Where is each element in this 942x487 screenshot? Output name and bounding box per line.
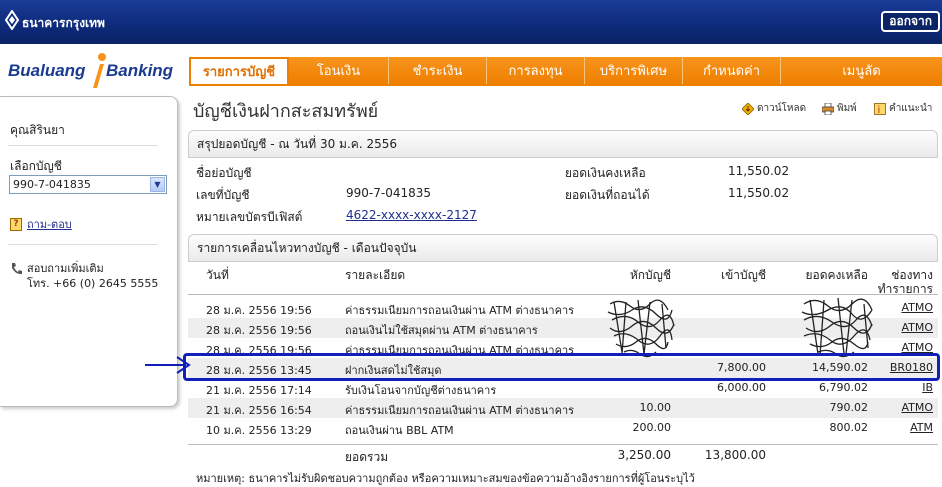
short-name-label: ชื่อย่อบัญชี bbox=[196, 166, 252, 180]
row-date: 28 ม.ค. 2556 19:56 bbox=[206, 304, 312, 317]
row-channel-link[interactable]: ATMO bbox=[901, 401, 933, 414]
col-description: รายละเอียด bbox=[345, 268, 406, 282]
faq-link[interactable]: ถาม-ตอบ bbox=[27, 215, 72, 233]
question-icon: ? bbox=[10, 217, 22, 231]
row-description: ค่าธรรมเนียมการถอนเงินผ่าน ATM ต่างธนาคา… bbox=[345, 404, 575, 417]
total-credit: 13,800.00 bbox=[704, 448, 766, 462]
table-row: 21 ม.ค. 2556 16:54 ค่าธรรมเนียมการถอนเงิ… bbox=[188, 398, 938, 418]
balance-label: ยอดเงินคงเหลือ bbox=[565, 166, 646, 180]
row-description: ถอนเงินผ่าน BBL ATM bbox=[345, 424, 454, 437]
available-label: ยอดเงินที่ถอนได้ bbox=[565, 188, 650, 202]
tab-payment[interactable]: ชำระเงิน bbox=[389, 57, 487, 84]
row-channel-link[interactable]: IB bbox=[922, 381, 933, 394]
tab-settings[interactable]: กำหนดค่า bbox=[683, 57, 781, 84]
transactions-header: รายการเคลื่อนไหวทางบัญชี - เดือนปัจจุบัน bbox=[188, 234, 938, 262]
chevron-down-icon[interactable]: ▼ bbox=[150, 177, 165, 192]
i-logo-icon bbox=[93, 53, 106, 88]
row-credit: 6,000.00 bbox=[717, 381, 766, 394]
brand-left-text: Bualuang bbox=[8, 61, 86, 80]
row-debit: 10.00 bbox=[639, 401, 672, 414]
bank-lotus-logo-icon bbox=[4, 10, 20, 30]
row-balance: 790.02 bbox=[829, 401, 869, 414]
disclaimer-note: หมายเหตุ: ธนาคารไม่รับผิดชอบความถูกต้อง … bbox=[196, 472, 695, 485]
bualuang-ibanking-logo: Bualuang Banking bbox=[6, 52, 181, 92]
print-label: พิมพ์ bbox=[837, 103, 857, 114]
total-label: ยอดรวม bbox=[345, 450, 389, 464]
annotation-arrow-icon bbox=[145, 356, 191, 374]
account-number-label: เลขที่บัญชี bbox=[196, 188, 250, 202]
row-balance: 6,790.02 bbox=[819, 381, 868, 394]
divider bbox=[8, 244, 158, 245]
tab-shortcuts[interactable]: เมนูลัด bbox=[781, 57, 942, 84]
table-row: 21 ม.ค. 2556 17:14 รับเงินโอนจากบัญชีต่า… bbox=[188, 378, 938, 398]
row-debit: 200.00 bbox=[632, 421, 672, 434]
top-bar: ธนาคารกรุงเทพ ออกจาก bbox=[0, 0, 942, 44]
contact-phone: โทร. +66 (0) 2645 5555 bbox=[27, 277, 159, 290]
col-balance: ยอดคงเหลือ bbox=[805, 268, 869, 282]
totals-row: ยอดรวม 3,250.00 13,800.00 bbox=[188, 444, 938, 466]
download-label: ดาวน์โหลด bbox=[757, 103, 807, 114]
brand-right-text: Banking bbox=[106, 61, 174, 80]
contact-line-1: สอบถามเพิ่มเติม bbox=[27, 262, 104, 275]
help-icon: i bbox=[874, 102, 886, 115]
row-balance: 800.02 bbox=[829, 421, 869, 434]
tab-transfer[interactable]: โอนเงิน bbox=[289, 57, 389, 84]
account-select[interactable]: 990-7-041835 ▼ bbox=[9, 175, 167, 194]
col-date: วันที่ bbox=[206, 268, 229, 282]
redaction-scribble-debit bbox=[607, 299, 675, 358]
tab-investment[interactable]: การลงทุน bbox=[487, 57, 585, 84]
tab-accounts[interactable]: รายการบัญชี bbox=[189, 57, 289, 84]
row-date: 21 ม.ค. 2556 16:54 bbox=[206, 404, 312, 417]
summary-header: สรุปยอดบัญชี - ณ วันที่ 30 ม.ค. 2556 bbox=[188, 130, 938, 158]
col-credit: เข้าบัญชี bbox=[720, 268, 766, 282]
transactions-table-header: วันที่ รายละเอียด หักบัญชี เข้าบัญชี ยอด… bbox=[188, 263, 938, 296]
logout-button[interactable]: ออกจาก bbox=[881, 11, 940, 32]
download-button[interactable]: ดาวน์โหลด bbox=[742, 101, 806, 116]
help-label: คำแนะนำ bbox=[889, 103, 933, 114]
printer-icon bbox=[822, 102, 834, 115]
page-title: บัญชีเงินฝากสะสมทรัพย์ bbox=[193, 101, 379, 122]
card-number-label: หมายเลขบัตรบีเฟิสต์ bbox=[196, 210, 303, 224]
table-row: 10 ม.ค. 2556 13:29 ถอนเงินผ่าน BBL ATM 2… bbox=[188, 418, 938, 438]
account-select-value: 990-7-041835 bbox=[13, 178, 91, 191]
row-date: 28 ม.ค. 2556 19:56 bbox=[206, 324, 312, 337]
tab-special-services[interactable]: บริการพิเศษ bbox=[585, 57, 683, 84]
divider bbox=[8, 145, 158, 146]
annotation-highlight-box bbox=[183, 353, 940, 381]
main-nav: รายการบัญชี โอนเงิน ชำระเงิน การลงทุน บร… bbox=[189, 57, 942, 84]
print-button[interactable]: พิมพ์ bbox=[822, 101, 857, 116]
download-icon bbox=[742, 102, 754, 115]
username: คุณสิรินยา bbox=[10, 123, 65, 137]
row-channel-link[interactable]: ATM bbox=[910, 421, 933, 434]
phone-icon bbox=[12, 263, 22, 275]
col-debit: หักบัญชี bbox=[629, 268, 671, 282]
total-debit: 3,250.00 bbox=[617, 448, 671, 462]
row-description: ค่าธรรมเนียมการถอนเงินผ่าน ATM ต่างธนาคา… bbox=[345, 304, 575, 317]
col-channel-2: ทำรายการ bbox=[877, 282, 933, 296]
card-number-link[interactable]: 4622-xxxx-xxxx-2127 bbox=[346, 208, 477, 222]
faq-link-row[interactable]: ? ถาม-ตอบ bbox=[10, 215, 72, 233]
row-channel-link[interactable]: ATMO bbox=[901, 301, 933, 314]
row-channel-link[interactable]: ATMO bbox=[901, 321, 933, 334]
redaction-scribble-balance bbox=[801, 297, 873, 358]
nav-underline bbox=[189, 84, 942, 86]
available-value: 11,550.02 bbox=[728, 186, 790, 200]
account-select-label: เลือกบัญชี bbox=[10, 159, 62, 173]
account-number: 990-7-041835 bbox=[346, 186, 432, 200]
row-description: รับเงินโอนจากบัญชีต่างธนาคาร bbox=[345, 384, 497, 397]
balance-value: 11,550.02 bbox=[728, 164, 790, 178]
contact-info: สอบถามเพิ่มเติม โทร. +66 (0) 2645 5555 bbox=[10, 261, 158, 291]
bank-name: ธนาคารกรุงเทพ bbox=[22, 16, 105, 30]
svg-text:i: i bbox=[878, 105, 881, 115]
help-button[interactable]: i คำแนะนำ bbox=[874, 101, 932, 116]
row-date: 10 ม.ค. 2556 13:29 bbox=[206, 424, 312, 437]
row-date: 21 ม.ค. 2556 17:14 bbox=[206, 384, 312, 397]
row-description: ถอนเงินไม่ใช้สมุดผ่าน ATM ต่างธนาคาร bbox=[345, 324, 538, 337]
